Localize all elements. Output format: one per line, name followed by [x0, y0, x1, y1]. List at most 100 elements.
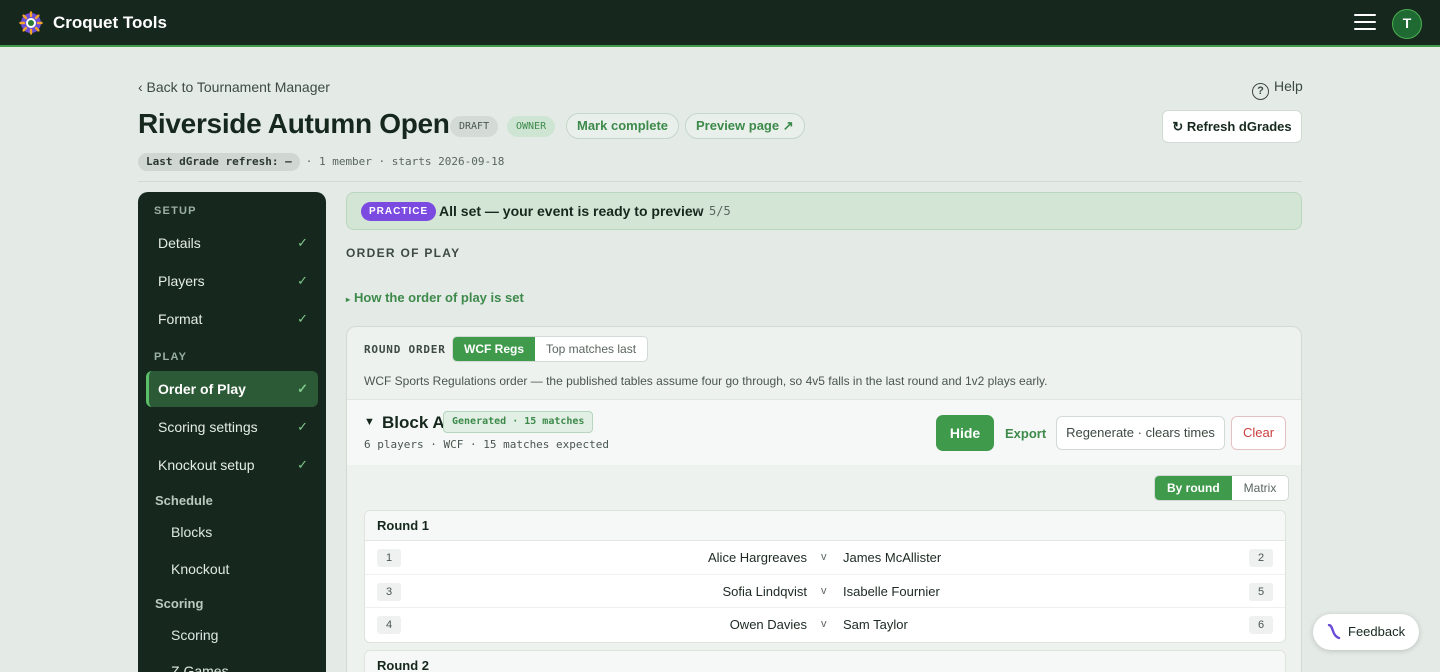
- sidebar-item-players[interactable]: Players ✓: [146, 263, 318, 299]
- sidebar-item-label: Knockout setup: [158, 457, 255, 473]
- sidebar-item-format[interactable]: Format ✓: [146, 301, 318, 337]
- sidebar-item-scoring-settings[interactable]: Scoring settings ✓: [146, 409, 318, 445]
- role-badge: OWNER: [507, 116, 556, 137]
- sidebar-item-knockout[interactable]: Knockout: [171, 561, 229, 577]
- status-banner: PRACTICE All set — your event is ready t…: [346, 192, 1302, 230]
- round-order-toggle: WCF Regs Top matches last: [452, 336, 649, 362]
- player-one: Owen Davies: [729, 617, 807, 632]
- feedback-label: Feedback: [1348, 624, 1406, 639]
- sidebar-item-details[interactable]: Details ✓: [146, 225, 318, 261]
- banner-separator: •: [696, 203, 701, 217]
- check-icon: ✓: [297, 235, 308, 250]
- sidebar-section-setup: SETUP: [154, 205, 197, 217]
- page-title: Riverside Autumn Open: [138, 108, 450, 139]
- round-card: Round 2: [364, 650, 1286, 672]
- sidebar-item-label: Scoring settings: [158, 419, 258, 435]
- sidebar: SETUP Details ✓ Players ✓ Format ✓ PLAY Ord…: [138, 192, 326, 672]
- player-seed: 4: [377, 616, 401, 634]
- round-order-label: ROUND ORDER: [364, 343, 446, 356]
- versus-label: v: [821, 551, 827, 563]
- back-to-tournament-manager-link[interactable]: ‹ Back to Tournament Manager: [138, 79, 330, 95]
- player-two: Isabelle Fournier: [843, 583, 940, 599]
- feedback-button[interactable]: Feedback: [1313, 614, 1419, 650]
- how-order-of-play-set-toggle[interactable]: ▸ How the order of play is set: [346, 290, 524, 305]
- help-icon: ?: [1252, 83, 1269, 100]
- refresh-label: Refresh dGrades: [1186, 119, 1292, 134]
- versus-label: v: [821, 584, 827, 597]
- sidebar-item-blocks[interactable]: Blocks: [171, 524, 212, 540]
- header-divider: [138, 181, 1302, 182]
- order-of-play-panel: ROUND ORDER WCF Regs Top matches last WC…: [346, 326, 1302, 672]
- check-icon: ✓: [297, 311, 308, 326]
- clear-button[interactable]: Clear: [1231, 416, 1286, 450]
- export-button[interactable]: Export: [1005, 426, 1046, 441]
- sidebar-item-label: Details: [158, 235, 201, 251]
- sidebar-group-schedule: Schedule: [155, 493, 213, 508]
- player-seed: 3: [377, 582, 401, 601]
- section-heading: ORDER OF PLAY: [346, 246, 461, 260]
- versus-label: v: [821, 618, 827, 630]
- sidebar-item-order-of-play[interactable]: Order of Play ✓: [146, 371, 318, 407]
- match-row[interactable]: 3 Sofia Lindqvist v Isabelle Fournier 5: [365, 575, 1285, 608]
- player-seed: 6: [1249, 616, 1273, 634]
- check-icon: ✓: [297, 273, 308, 288]
- preview-page-button[interactable]: Preview page ↗: [685, 113, 805, 139]
- banner-progress-count: 5/5: [709, 204, 731, 218]
- match-row[interactable]: 1 Alice Hargreaves v James McAllister 2: [365, 541, 1285, 575]
- round-order-option-wcf-regs[interactable]: WCF Regs: [453, 337, 535, 361]
- sidebar-item-label: Order of Play: [158, 381, 246, 397]
- block-title[interactable]: Block A: [382, 413, 445, 433]
- refresh-icon: ↻: [1172, 119, 1187, 134]
- player-one: Alice Hargreaves: [708, 550, 807, 565]
- round-card: Round 1 1 Alice Hargreaves v James McAll…: [364, 510, 1286, 643]
- view-option-by-round[interactable]: By round: [1155, 476, 1232, 500]
- sidebar-item-z-games[interactable]: Z Games: [171, 663, 229, 672]
- refresh-dgrades-button[interactable]: ↻ Refresh dGrades: [1162, 110, 1302, 143]
- top-bar: Croquet Tools T: [0, 0, 1440, 47]
- player-seed: 5: [1249, 582, 1273, 601]
- regenerate-button[interactable]: Regenerate · clears times: [1056, 416, 1225, 450]
- round-title: Round 1: [365, 511, 1285, 541]
- check-icon: ✓: [297, 419, 308, 434]
- banner-message: All set — your event is ready to preview: [439, 203, 704, 219]
- feedback-icon: [1327, 624, 1341, 640]
- how-link-label: How the order of play is set: [354, 290, 524, 305]
- croquet-logo-icon[interactable]: [19, 11, 43, 35]
- collapse-icon[interactable]: ▼: [364, 416, 375, 428]
- help-link[interactable]: ? Help: [1252, 78, 1303, 100]
- check-icon: ✓: [297, 381, 308, 396]
- hide-button[interactable]: Hide: [936, 415, 994, 451]
- generated-badge: Generated · 15 matches: [443, 411, 594, 433]
- round-order-option-top-matches-last[interactable]: Top matches last: [535, 337, 647, 361]
- block-header: ▼ Block A Generated · 15 matches 6 playe…: [347, 399, 1301, 465]
- player-one: Sofia Lindqvist: [722, 583, 807, 599]
- player-seed: 2: [1249, 549, 1273, 567]
- sidebar-section-play: PLAY: [154, 351, 188, 363]
- menu-icon[interactable]: [1354, 14, 1376, 32]
- disclosure-icon: ▸: [346, 295, 351, 304]
- check-icon: ✓: [297, 457, 308, 472]
- sidebar-item-label: Format: [158, 311, 203, 327]
- app-title[interactable]: Croquet Tools: [53, 13, 167, 33]
- view-toggle: By round Matrix: [1154, 475, 1290, 501]
- match-row[interactable]: 4 Owen Davies v Sam Taylor 6: [365, 608, 1285, 642]
- round-order-description: WCF Sports Regulations order — the publi…: [364, 374, 1048, 388]
- avatar[interactable]: T: [1392, 9, 1422, 39]
- sidebar-item-scoring[interactable]: Scoring: [171, 627, 218, 643]
- help-label: Help: [1274, 78, 1303, 94]
- round-title: Round 2: [365, 651, 1285, 672]
- event-meta: · 1 member · starts 2026-09-18: [305, 155, 505, 168]
- sidebar-item-label: Players: [158, 273, 205, 289]
- player-two: James McAllister: [843, 550, 942, 565]
- player-two: Sam Taylor: [843, 617, 908, 632]
- practice-badge: PRACTICE: [361, 202, 437, 221]
- view-option-matrix[interactable]: Matrix: [1232, 476, 1289, 500]
- event-meta-row: Last dGrade refresh: — · 1 member · start…: [138, 153, 504, 171]
- last-refresh-chip: Last dGrade refresh: —: [138, 153, 300, 171]
- mark-complete-button[interactable]: Mark complete: [566, 113, 680, 139]
- block-meta: 6 players · WCF · 15 matches expected: [364, 438, 610, 451]
- status-badge: DRAFT: [450, 116, 499, 137]
- sidebar-group-scoring: Scoring: [155, 596, 204, 611]
- player-seed: 1: [377, 549, 401, 567]
- sidebar-item-knockout-setup[interactable]: Knockout setup ✓: [146, 447, 318, 483]
